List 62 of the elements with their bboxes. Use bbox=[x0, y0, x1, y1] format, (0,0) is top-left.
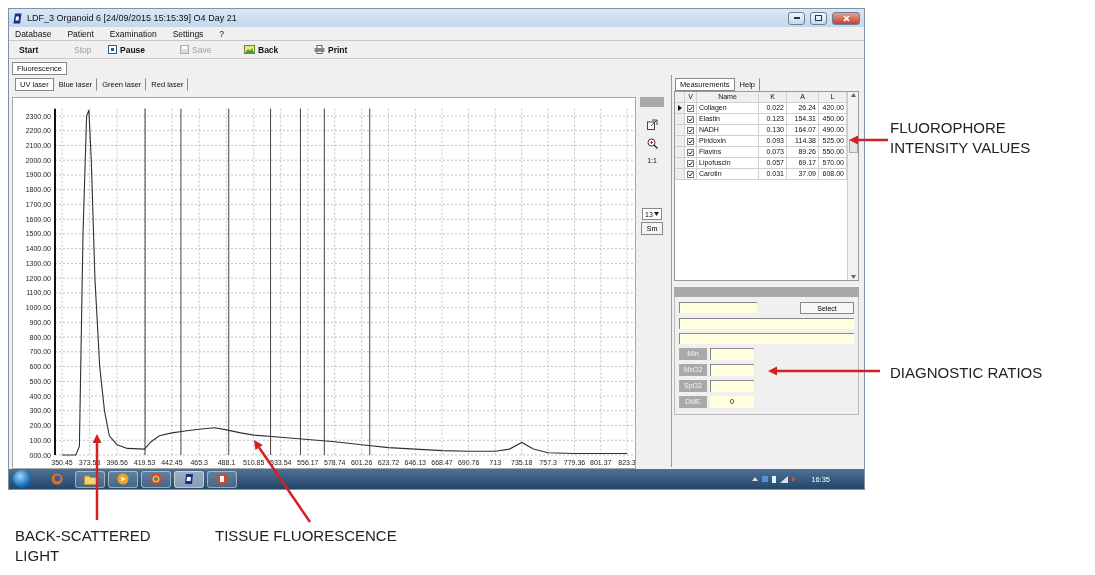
annotation-text: TISSUE FLUORESCENCE bbox=[215, 526, 398, 546]
row-header-cell[interactable] bbox=[675, 158, 685, 168]
taskbar-app[interactable] bbox=[174, 470, 204, 488]
toolbar-button[interactable]: Start bbox=[19, 44, 74, 55]
menu-item[interactable]: Patient bbox=[67, 28, 94, 39]
ring-icon bbox=[150, 473, 162, 485]
taskbar-app[interactable] bbox=[207, 470, 237, 488]
picture-icon bbox=[244, 45, 255, 54]
row-header-cell[interactable] bbox=[675, 136, 685, 146]
scroll-bar[interactable] bbox=[847, 92, 858, 280]
minimize-icon bbox=[793, 17, 800, 19]
slides-icon bbox=[216, 473, 228, 485]
printer-icon bbox=[314, 45, 325, 54]
input-field[interactable] bbox=[679, 318, 854, 329]
close-button[interactable] bbox=[832, 11, 860, 25]
checkbox[interactable] bbox=[687, 126, 694, 134]
folder-icon bbox=[83, 473, 97, 485]
checkbox[interactable] bbox=[687, 148, 694, 156]
maximize-icon bbox=[815, 15, 822, 21]
ratio-field[interactable] bbox=[710, 364, 754, 376]
row-pointer-icon bbox=[677, 105, 682, 111]
tray-icons bbox=[752, 475, 797, 483]
ratio-field[interactable] bbox=[710, 380, 754, 392]
toolbar-button[interactable]: Pause bbox=[108, 44, 180, 55]
start-button[interactable] bbox=[13, 470, 31, 488]
row-header-cell[interactable] bbox=[675, 125, 685, 135]
checkbox[interactable] bbox=[687, 159, 694, 167]
play-icon bbox=[117, 473, 129, 485]
input-field[interactable] bbox=[679, 333, 854, 344]
pause-icon bbox=[108, 45, 117, 54]
checkbox[interactable] bbox=[687, 137, 694, 145]
tool-header-bar bbox=[640, 97, 664, 107]
checkbox[interactable] bbox=[687, 170, 694, 178]
checkbox[interactable] bbox=[687, 104, 694, 112]
input-field[interactable] bbox=[679, 302, 757, 313]
minimize-button[interactable] bbox=[788, 11, 805, 25]
checkbox[interactable] bbox=[687, 115, 694, 123]
maximize-button[interactable] bbox=[810, 11, 827, 25]
row-header-cell[interactable] bbox=[675, 103, 685, 113]
floppy-icon bbox=[180, 45, 189, 54]
menu-item[interactable]: ? bbox=[219, 28, 225, 39]
menu-item[interactable]: Database bbox=[15, 28, 52, 39]
row-header-cell[interactable] bbox=[675, 147, 685, 157]
window-title: LDF_3 Organoid 6 [24/09/2015 15:15:39] O4 Day 21 bbox=[27, 13, 238, 23]
toolbar-button[interactable]: Back bbox=[244, 44, 314, 55]
menu-item[interactable]: Examination bbox=[109, 28, 157, 39]
row-header-cell[interactable] bbox=[675, 114, 685, 124]
row-header-cell[interactable] bbox=[675, 169, 685, 179]
export-icon[interactable] bbox=[646, 119, 658, 130]
globe-icon bbox=[51, 473, 63, 485]
zoom-in-icon[interactable] bbox=[646, 138, 658, 149]
toolbar-button[interactable]: Print bbox=[314, 44, 374, 55]
ratio-field[interactable] bbox=[710, 348, 754, 360]
app-logo-icon bbox=[13, 12, 22, 24]
close-icon bbox=[842, 14, 850, 22]
annotation-text: BACK-SCATTERED LIGHT bbox=[15, 526, 152, 566]
pointer-arrow bbox=[849, 135, 888, 145]
menu-item[interactable]: Settings bbox=[172, 28, 204, 39]
app-logo-icon bbox=[184, 473, 194, 485]
annotation-text: DIAGNOSTIC RATIOS bbox=[890, 363, 1044, 383]
caret-icon bbox=[653, 212, 659, 216]
annotation-text: FLUOROPHORE INTENSITY VALUES bbox=[890, 118, 1032, 158]
